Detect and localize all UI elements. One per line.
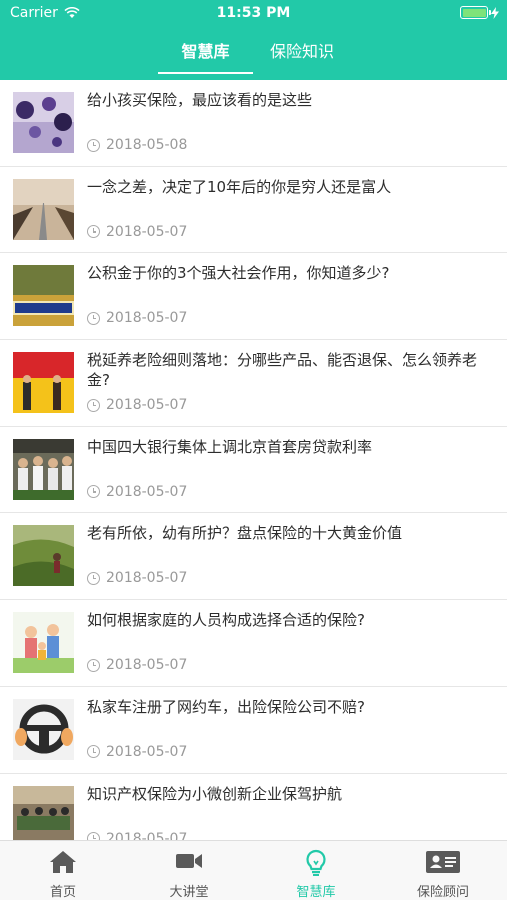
list-item[interactable]: 给小孩买保险，最应该看的是这些 2018-05-08 <box>0 80 507 167</box>
id-card-icon <box>426 851 460 873</box>
article-thumbnail <box>13 612 74 674</box>
article-date: 2018-05-07 <box>87 224 187 240</box>
date-text: 2018-05-07 <box>106 483 188 500</box>
article-title: 一念之差，决定了10年后的你是穷人还是富人 <box>87 177 392 196</box>
active-tab-indicator <box>158 72 253 74</box>
bottom-tab-bar: 首页 大讲堂 智慧库 保险顾问 <box>0 840 507 900</box>
article-thumbnail <box>13 525 74 587</box>
tab-label: 大讲堂 <box>169 885 209 900</box>
tab-wisdom-library[interactable]: 智慧库 <box>158 40 253 78</box>
status-bar: Carrier 11:53 PM <box>0 0 507 28</box>
list-item[interactable]: 老有所依，幼有所护？盘点保险的十大黄金价值 2018-05-07 <box>0 513 507 601</box>
article-thumbnail <box>13 785 74 840</box>
clock-time: 11:53 PM <box>216 5 291 21</box>
tab-label: 智慧库 <box>296 885 336 900</box>
article-thumbnail <box>13 265 74 327</box>
tab-insurance-advisor[interactable]: 保险顾问 <box>380 841 506 900</box>
top-tab-bar: 智慧库 保险知识 <box>0 40 507 78</box>
battery-status <box>460 6 499 19</box>
clock-icon <box>87 832 100 840</box>
lightbulb-icon <box>306 849 326 876</box>
clock-icon <box>87 311 100 325</box>
list-item[interactable]: 税延养老险细则落地：分哪些产品、能否退保、怎么领养老金? 2018-05-07 <box>0 340 507 427</box>
date-text: 2018-05-07 <box>106 743 188 760</box>
tab-lecture-hall[interactable]: 大讲堂 <box>126 841 252 900</box>
date-text: 2018-05-07 <box>106 397 188 414</box>
clock-icon <box>87 138 100 152</box>
article-date: 2018-05-07 <box>87 657 187 673</box>
list-item[interactable]: 知识产权保险为小微创新企业保驾护航 2018-05-07 <box>0 774 507 841</box>
article-date: 2018-05-07 <box>87 744 187 760</box>
article-title: 给小孩买保险，最应该看的是这些 <box>87 91 313 109</box>
list-item[interactable]: 公积金于你的3个强大社会作用，你知道多少? 2018-05-07 <box>0 253 507 341</box>
tab-label: 保险顾问 <box>416 885 469 900</box>
list-item[interactable]: 私家车注册了网约车，出险保险公司不赔? 2018-05-07 <box>0 687 507 774</box>
article-thumbnail <box>13 92 74 153</box>
article-date: 2018-05-07 <box>87 830 188 841</box>
clock-icon <box>87 745 100 759</box>
date-text: 2018-05-07 <box>106 223 188 240</box>
article-date: 2018-05-07 <box>87 570 187 586</box>
article-date: 2018-05-07 <box>87 397 187 413</box>
article-thumbnail <box>13 438 74 500</box>
article-title: 公积金于你的3个强大社会作用，你知道多少? <box>87 264 390 283</box>
tab-wisdom-library-bottom[interactable]: 智慧库 <box>253 841 379 900</box>
clock-icon <box>87 658 100 672</box>
date-text: 2018-05-07 <box>106 830 188 841</box>
article-thumbnail <box>13 178 74 240</box>
tab-home[interactable]: 首页 <box>0 841 126 900</box>
video-camera-icon <box>176 854 202 868</box>
article-thumbnail <box>13 352 74 414</box>
article-date: 2018-05-07 <box>87 310 187 326</box>
tab-label: 智慧库 <box>181 42 230 61</box>
article-title: 私家车注册了网约车，出险保险公司不赔? <box>87 697 365 716</box>
article-date: 2018-05-08 <box>87 137 187 153</box>
article-title: 中国四大银行集体上调北京首套房贷款利率 <box>87 437 373 456</box>
article-title: 如何根据家庭的人员构成选择合适的保险? <box>87 611 365 630</box>
article-title: 税延养老险细则落地：分哪些产品、能否退保、怎么领养老金? <box>87 351 478 390</box>
article-title: 知识产权保险为小微创新企业保驾护航 <box>87 784 343 803</box>
list-item[interactable]: 如何根据家庭的人员构成选择合适的保险? 2018-05-07 <box>0 600 507 687</box>
clock-icon <box>87 225 100 239</box>
date-text: 2018-05-08 <box>106 137 188 153</box>
clock-icon <box>87 571 100 585</box>
battery-icon <box>460 6 491 19</box>
date-text: 2018-05-07 <box>106 657 188 674</box>
charging-bolt-icon <box>491 6 499 19</box>
tab-label: 保险知识 <box>269 42 334 61</box>
clock-icon <box>87 485 100 499</box>
app-header: Carrier 11:53 PM 智慧库 保险知识 <box>0 0 507 80</box>
date-text: 2018-05-07 <box>106 570 188 587</box>
list-item[interactable]: 中国四大银行集体上调北京首套房贷款利率 2018-05-07 <box>0 427 507 514</box>
article-list[interactable]: 给小孩买保险，最应该看的是这些 2018-05-08 一念之差，决定了10年后的… <box>0 80 507 840</box>
article-date: 2018-05-07 <box>87 484 187 500</box>
tab-insurance-knowledge[interactable]: 保险知识 <box>262 40 342 78</box>
list-item[interactable]: 一念之差，决定了10年后的你是穷人还是富人 2018-05-07 <box>0 167 507 254</box>
date-text: 2018-05-07 <box>106 310 188 327</box>
article-thumbnail <box>13 698 74 760</box>
clock-icon <box>87 398 100 412</box>
home-icon <box>50 851 76 873</box>
tab-label: 首页 <box>49 885 76 900</box>
article-title: 老有所依，幼有所护？盘点保险的十大黄金价值 <box>87 524 403 543</box>
